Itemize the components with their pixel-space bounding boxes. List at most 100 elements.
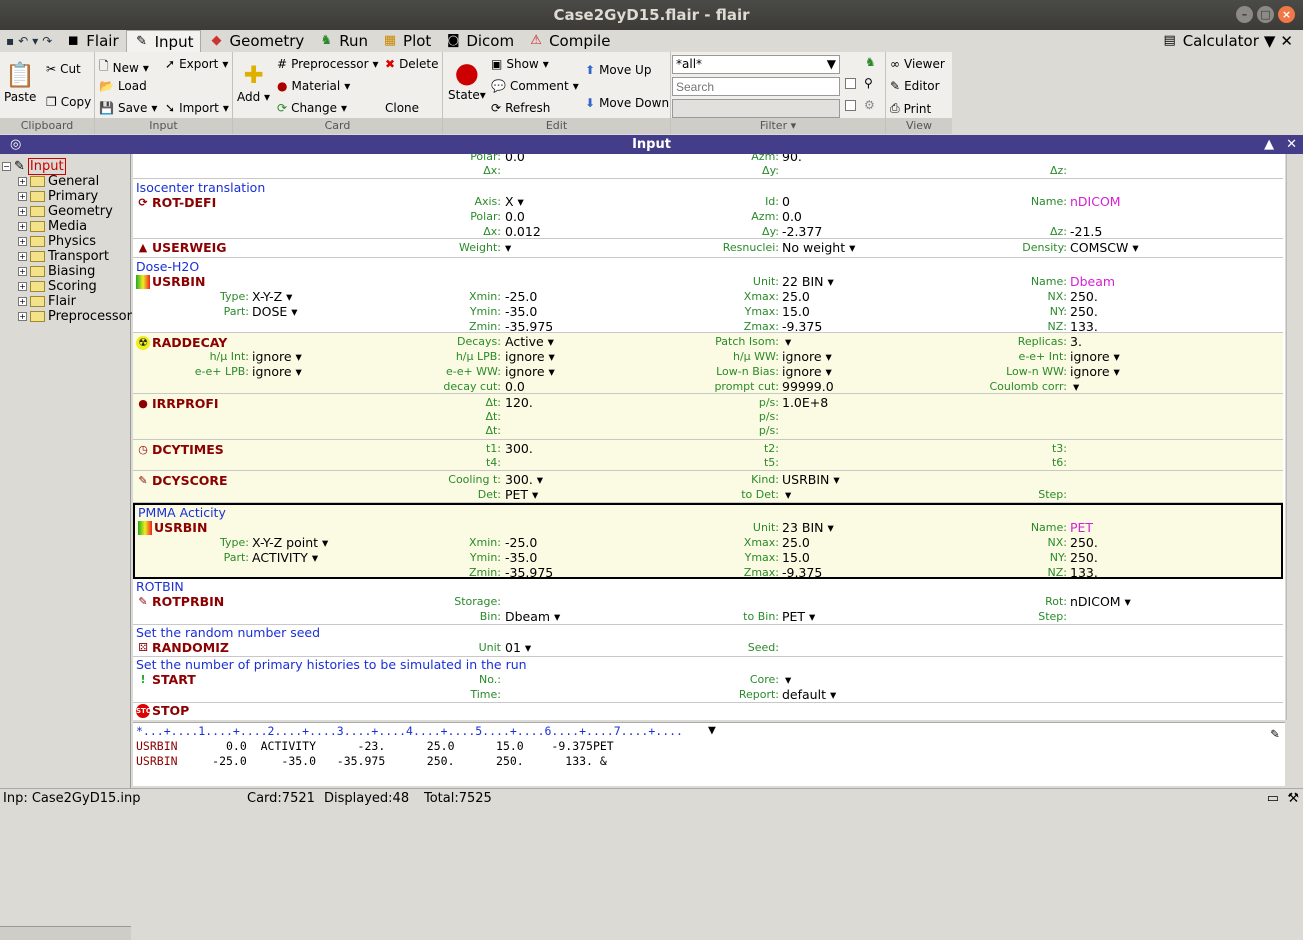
delete-button[interactable]: ✖ Delete: [385, 57, 439, 71]
patch-isom-select[interactable]: ▾: [785, 334, 791, 349]
card-start[interactable]: Set the number of primary histories to b…: [133, 657, 1283, 703]
unit-select[interactable]: 22 BIN ▾: [782, 274, 834, 289]
select-field[interactable]: ignore ▾: [505, 349, 555, 364]
field-value[interactable]: 99999.0: [782, 379, 834, 394]
field-value[interactable]: 0.0: [505, 379, 525, 394]
type-select[interactable]: X-Y-Z ▾: [252, 289, 292, 304]
clone-button[interactable]: Clone: [385, 101, 419, 115]
maximize-panel-icon[interactable]: ▲: [1264, 135, 1274, 154]
select-field[interactable]: ignore ▾: [505, 364, 555, 379]
filter-select[interactable]: *all* ▼: [672, 55, 840, 74]
field-value[interactable]: 0.0: [505, 209, 525, 224]
panel-menu-icon[interactable]: ◎: [10, 135, 21, 154]
field-value[interactable]: 15.0: [782, 550, 810, 565]
calculator-button[interactable]: ▤ Calculator ▼ ✕: [1162, 30, 1293, 52]
axis-select[interactable]: X ▾: [505, 194, 524, 209]
search-input[interactable]: [672, 77, 840, 96]
field-value[interactable]: 1.0E+8: [782, 395, 828, 410]
field-value[interactable]: Dbeam: [1070, 274, 1115, 289]
preprocessor-button[interactable]: # Preprocessor ▾: [277, 57, 379, 71]
expand-icon[interactable]: +: [18, 222, 27, 231]
card-usrbin-pet[interactable]: PMMA Acticity ▦USRBIN Unit:23 BIN ▾ Name…: [133, 503, 1283, 580]
load-button[interactable]: 📂 Load: [99, 79, 147, 93]
tree-item-transport[interactable]: + Transport: [18, 249, 109, 264]
save-icon[interactable]: ▪: [6, 34, 14, 48]
field-value[interactable]: 250.: [1070, 304, 1098, 319]
expand-icon[interactable]: +: [18, 177, 27, 186]
new-button[interactable]: 🗋 New ▾: [99, 57, 149, 78]
unit-select[interactable]: 01 ▾: [505, 640, 531, 655]
card-stop[interactable]: STOP STOP: [133, 703, 1283, 720]
tab-compile[interactable]: ⚠ Compile: [521, 30, 617, 52]
close-panel-icon[interactable]: ✕: [1286, 135, 1297, 154]
tree-item-media[interactable]: + Media: [18, 219, 87, 234]
terminal-icon[interactable]: ▭: [1267, 791, 1279, 806]
select-field[interactable]: ignore ▾: [252, 349, 302, 364]
field-value[interactable]: 120.: [505, 395, 533, 410]
expand-icon[interactable]: +: [18, 207, 27, 216]
minimize-button[interactable]: –: [1236, 6, 1253, 23]
tab-geometry[interactable]: ◆ Geometry: [201, 30, 311, 52]
undo-icon[interactable]: ↶: [18, 34, 28, 48]
field-value[interactable]: -35.0: [505, 304, 537, 319]
bin-select[interactable]: Dbeam ▾: [505, 609, 560, 624]
tools-icon[interactable]: ⚒: [1287, 791, 1299, 806]
cut-button[interactable]: ✂ Cut: [46, 62, 81, 76]
tree-item-geometry[interactable]: + Geometry: [18, 204, 113, 219]
card-raddecay[interactable]: ☢ RADDECAY Decays: Active ▾ Patch Isom: ▾ R…: [133, 333, 1283, 394]
weight-select[interactable]: ▾: [505, 240, 511, 255]
kind-select[interactable]: USRBIN ▾: [782, 472, 840, 487]
close-icon[interactable]: ✕: [1280, 32, 1293, 50]
card-partial-top[interactable]: Polar: 0.0 Azm: 90. Δx: Δy: Δz:: [133, 154, 1283, 179]
cooling-select[interactable]: 300. ▾: [505, 472, 543, 487]
field-value[interactable]: 0.012: [505, 224, 541, 239]
expand-icon[interactable]: +: [18, 267, 27, 276]
move-up-button[interactable]: ⬆ Move Up: [585, 63, 651, 77]
field-value[interactable]: 0.0: [505, 154, 525, 164]
editor-button[interactable]: ✎ Editor: [890, 79, 940, 93]
decays-select[interactable]: Active ▾: [505, 334, 554, 349]
tree-item-preprocessor[interactable]: + Preprocessor: [18, 309, 132, 324]
tree-item-biasing[interactable]: + Biasing: [18, 264, 95, 279]
card-rotprbin[interactable]: ROTBIN ✎ ROTPRBIN Storage: Rot: nDICOM ▾ B…: [133, 579, 1283, 625]
field-value[interactable]: -9.375: [782, 319, 822, 334]
tab-dicom[interactable]: ◙ Dicom: [438, 30, 521, 52]
comment-button[interactable]: 💬 Comment ▾: [491, 79, 579, 93]
card-text-editor[interactable]: *...+....1....+....2....+....3....+....4…: [133, 722, 1285, 786]
paste-button[interactable]: 📋 Paste: [4, 60, 36, 104]
refresh-button[interactable]: ⟳ Refresh: [491, 101, 550, 115]
tree-item-physics[interactable]: + Physics: [18, 234, 96, 249]
print-button[interactable]: ⎙ Print: [890, 101, 931, 116]
select-field[interactable]: ignore ▾: [1070, 364, 1120, 379]
filter-checkbox[interactable]: [845, 100, 856, 111]
field-value[interactable]: -2.377: [782, 224, 822, 239]
expand-icon[interactable]: +: [18, 252, 27, 261]
field-value[interactable]: PET: [1070, 520, 1093, 535]
editor-line[interactable]: -25.0 -35.0 -35.975 250. 250. 133. &: [178, 754, 607, 768]
edit-card-icon[interactable]: ✎: [1271, 726, 1279, 742]
dropdown-icon[interactable]: ▾: [32, 34, 38, 48]
viewer-button[interactable]: ∞ Viewer: [890, 57, 945, 71]
field-value[interactable]: 25.0: [782, 289, 810, 304]
expand-icon[interactable]: +: [18, 312, 27, 321]
field-value[interactable]: -21.5: [1070, 224, 1102, 239]
card-dcyscore[interactable]: ✎ DCYSCORE Cooling t: 300. ▾ Kind: USRBIN ▾…: [133, 471, 1283, 503]
import-button[interactable]: ➘ Import ▾: [165, 101, 229, 115]
select-field[interactable]: ignore ▾: [1070, 349, 1120, 364]
copy-button[interactable]: ❐ Copy: [46, 95, 91, 109]
field-value[interactable]: nDICOM: [1070, 194, 1121, 209]
rot-select[interactable]: nDICOM ▾: [1070, 594, 1131, 609]
card-irrprofi[interactable]: ● IRRPROFI Δt: 120. p/s: 1.0E+8 Δt: p/s: Δt…: [133, 394, 1283, 440]
search-checkbox[interactable]: [845, 78, 856, 89]
search-icon[interactable]: ⚲: [864, 76, 873, 90]
field-value[interactable]: 133.: [1070, 565, 1098, 580]
card-dcytimes[interactable]: ◷ DCYTIMES t1: 300. t2: t3: t4: t5: t6:: [133, 440, 1283, 471]
tree-item-scoring[interactable]: + Scoring: [18, 279, 97, 294]
expand-icon[interactable]: +: [18, 282, 27, 291]
field-value[interactable]: 0: [782, 194, 790, 209]
editor-line[interactable]: 0.0 ACTIVITY -23. 25.0 15.0 -9.375PET: [178, 739, 614, 753]
card-usrbin-dose[interactable]: Dose-H2O ▦USRBIN Unit:22 BIN ▾ Name:Dbea…: [133, 258, 1283, 334]
field-value[interactable]: 0.0: [782, 209, 802, 224]
to-bin-select[interactable]: PET ▾: [782, 609, 815, 624]
resnuclei-select[interactable]: No weight ▾: [782, 240, 855, 255]
